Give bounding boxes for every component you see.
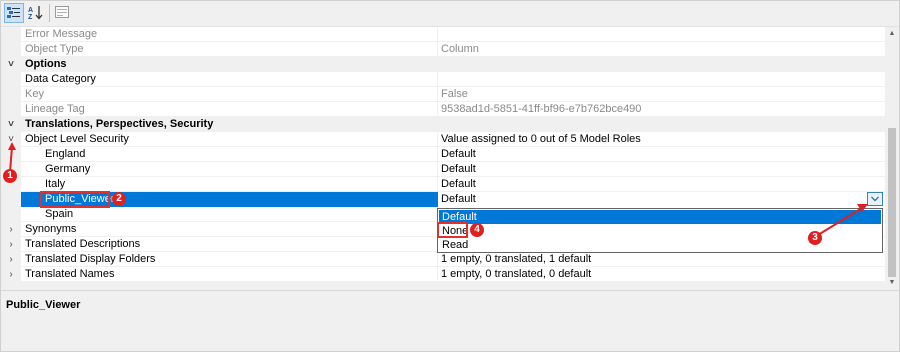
annotation-callout-3: 3 xyxy=(808,231,822,245)
annotation-overlay xyxy=(8,142,868,236)
annotation-callout-1: 1 xyxy=(3,169,17,183)
annotation-arrow-3 xyxy=(817,207,863,236)
annotation-box-none xyxy=(437,222,468,238)
annotation-callout-2: 2 xyxy=(112,192,126,206)
annotation-arrowhead-1 xyxy=(8,142,16,150)
annotation-callout-4: 4 xyxy=(470,223,484,237)
annotation-box-public-viewer xyxy=(40,191,110,208)
